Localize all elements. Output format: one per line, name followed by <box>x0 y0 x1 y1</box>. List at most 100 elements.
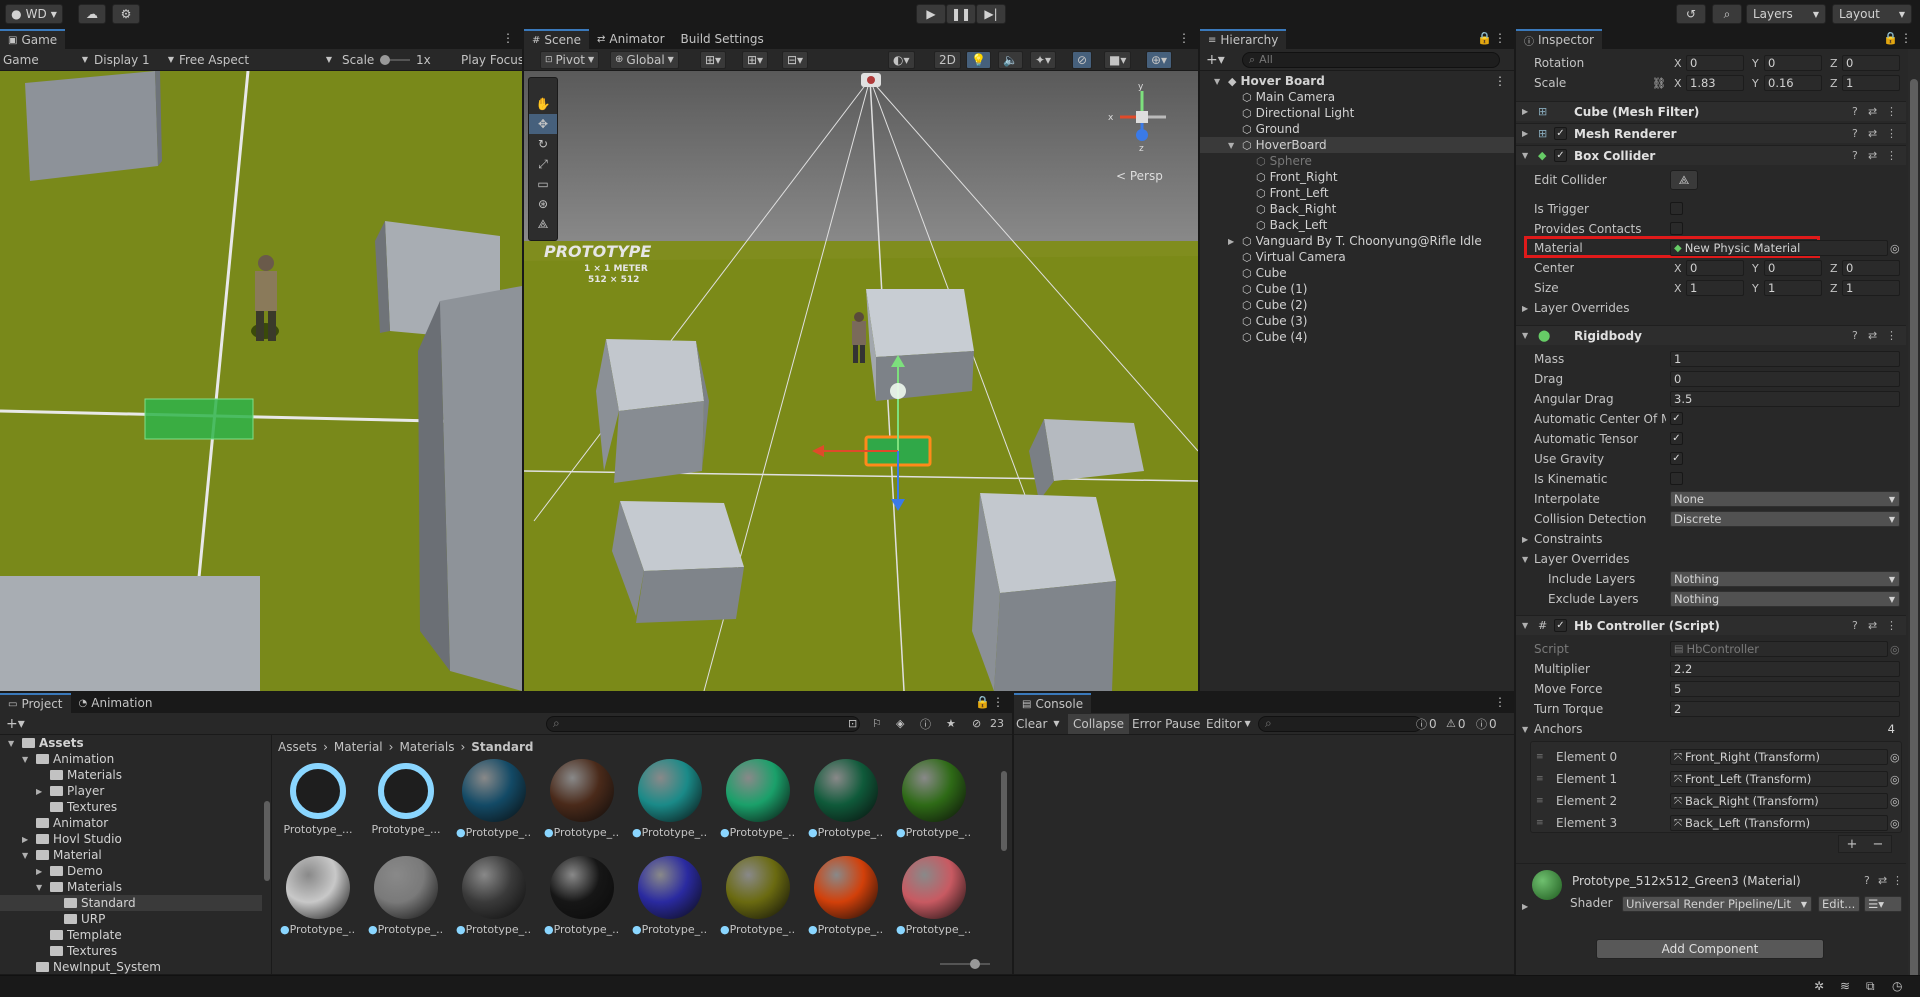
collapse-icon[interactable]: ▼ <box>22 851 32 860</box>
display-dropdown[interactable]: Display 1 ▼ <box>94 53 174 67</box>
anchor-transform-field[interactable]: ⤧ Back_Right (Transform) <box>1670 793 1888 809</box>
preset-icon[interactable]: ⇄ <box>1868 127 1877 140</box>
constraints-row[interactable]: ▶ Constraints <box>1516 529 1906 549</box>
more-icon[interactable]: ⋮ <box>1892 874 1903 887</box>
console-search-input[interactable]: ⌕ <box>1258 715 1422 732</box>
auto-tensor-checkbox[interactable]: ✓ <box>1670 432 1683 445</box>
is-kinematic-checkbox[interactable] <box>1670 472 1683 485</box>
preset-icon[interactable]: ⇄ <box>1868 619 1877 632</box>
tab-console[interactable]: ▤ Console <box>1014 693 1092 713</box>
hierarchy-item[interactable]: ⬡ Directional Light <box>1200 105 1514 121</box>
scale-tool-icon[interactable]: ⤢ <box>529 154 557 174</box>
rotation-y-field[interactable]: 0 <box>1764 55 1822 71</box>
hierarchy-item[interactable]: ⬡ Back_Left <box>1200 217 1514 233</box>
expand-icon[interactable]: ▶ <box>36 787 46 796</box>
game-mode-dropdown[interactable]: Game ▼ <box>3 53 88 67</box>
material-asset[interactable]: ●Prototype_... <box>542 759 622 839</box>
hierarchy-item[interactable]: ⬡ Back_Right <box>1200 201 1514 217</box>
help-icon[interactable]: ? <box>1852 329 1858 342</box>
orientation-gizmo[interactable]: y x z <box>1102 79 1182 155</box>
filter-label-icon[interactable]: ⚐ <box>872 717 882 730</box>
hb-controller-header[interactable]: ▼ # ✓ Hb Controller (Script) ? ⇄ ⋮ <box>1516 615 1906 635</box>
search-button[interactable]: ⌕ <box>1712 4 1742 24</box>
tab-inspector[interactable]: ⓘ Inspector <box>1516 29 1602 49</box>
box-collider-enabled-checkbox[interactable]: ✓ <box>1554 149 1567 162</box>
shader-edit-button[interactable]: Edit... <box>1818 896 1860 912</box>
slider-thumb[interactable] <box>970 959 980 969</box>
material-asset[interactable]: ●Prototype_... <box>718 856 798 936</box>
more-icon[interactable]: ⋮ <box>992 695 1004 709</box>
more-icon[interactable]: ⋮ <box>1886 329 1897 342</box>
anchor-transform-field[interactable]: ⤧ Front_Left (Transform) <box>1670 771 1888 787</box>
rotate-tool-icon[interactable]: ↻ <box>529 134 557 154</box>
custom-tool-icon[interactable]: ⟁ <box>529 214 557 234</box>
mass-field[interactable]: 1 <box>1670 351 1900 367</box>
material-asset[interactable]: ●Prototype_... <box>454 856 534 936</box>
folder-tree-item[interactable]: Textures <box>0 799 262 815</box>
collapse-icon[interactable]: ▼ <box>36 883 46 892</box>
more-icon[interactable]: ⋮ <box>1178 31 1190 45</box>
breadcrumb-item[interactable]: Standard <box>471 740 533 754</box>
scrollbar-thumb[interactable] <box>1910 79 1918 979</box>
drag-handle-icon[interactable]: ≡ <box>1536 796 1544 806</box>
hierarchy-item[interactable]: ⬡ Sphere <box>1200 153 1514 169</box>
pause-button[interactable]: ❚❚ <box>946 4 976 24</box>
material-asset[interactable]: ●Prototype_... <box>278 856 358 936</box>
step-button[interactable]: ▶| <box>976 4 1006 24</box>
folder-tree-item[interactable]: ▼ Assets <box>0 735 262 751</box>
hierarchy-item[interactable]: ⬡ Front_Right <box>1200 169 1514 185</box>
scrollbar-thumb[interactable] <box>264 801 270 881</box>
box-collider-header[interactable]: ▼ ◆ ✓ Box Collider ? ⇄ ⋮ <box>1516 145 1906 165</box>
material-field[interactable]: ◆ New Physic Material <box>1670 240 1888 256</box>
material-asset[interactable]: ●Prototype_... <box>894 856 974 936</box>
add-icon[interactable]: +▾ <box>1206 52 1225 68</box>
account-button[interactable]: ● WD ▼ <box>5 4 63 24</box>
favorite-icon[interactable]: ★ <box>946 717 956 730</box>
scale-x-field[interactable]: 1.83 <box>1686 75 1744 91</box>
more-icon[interactable]: ⋮ <box>1900 31 1912 45</box>
lock-icon[interactable]: 🔒 <box>975 695 990 709</box>
scale-slider-thumb[interactable] <box>380 55 390 65</box>
collapse-icon[interactable]: ▼ <box>1522 151 1532 160</box>
rect-tool-icon[interactable]: ▭ <box>529 174 557 194</box>
auto-center-checkbox[interactable]: ✓ <box>1670 412 1683 425</box>
hierarchy-item[interactable]: ⬡ Virtual Camera <box>1200 249 1514 265</box>
hierarchy-item[interactable]: ⬡ Front_Left <box>1200 185 1514 201</box>
angular-drag-field[interactable]: 3.5 <box>1670 391 1900 407</box>
layers-dropdown[interactable]: Layers ▼ <box>1746 4 1826 24</box>
play-focus-dropdown[interactable]: Play Focus <box>461 53 522 67</box>
tab-hierarchy[interactable]: ≡ Hierarchy <box>1200 29 1287 49</box>
center-y-field[interactable]: 0 <box>1764 260 1822 276</box>
folder-tree-item[interactable]: ▶ Demo <box>0 863 262 879</box>
play-button[interactable]: ▶ <box>916 4 946 24</box>
folder-tree-item[interactable]: ▶ Hovl Studio <box>0 831 262 847</box>
global-dropdown[interactable]: ⊕ Global ▼ <box>610 50 679 69</box>
object-picker-icon[interactable]: ◎ <box>1890 817 1900 830</box>
size-y-field[interactable]: 1 <box>1764 280 1822 296</box>
use-gravity-checkbox[interactable]: ✓ <box>1670 452 1683 465</box>
remove-icon[interactable]: − <box>1873 837 1884 852</box>
move-force-field[interactable]: 5 <box>1670 681 1900 697</box>
cloud-button[interactable]: ☁ <box>78 4 106 24</box>
include-layers-dropdown[interactable]: Nothing ▼ <box>1670 571 1900 587</box>
preset-icon[interactable]: ⇄ <box>1868 105 1877 118</box>
layer-overrides-rb-row[interactable]: ▼ Layer Overrides <box>1516 549 1906 569</box>
object-picker-icon[interactable]: ◎ <box>1890 795 1900 808</box>
link-icon[interactable]: ⛓ <box>1652 77 1666 90</box>
hand-tool-icon[interactable]: ✋ <box>529 94 557 114</box>
collapse-icon[interactable]: ▼ <box>1522 331 1532 340</box>
hierarchy-item[interactable]: ⬡ Cube (2) <box>1200 297 1514 313</box>
multiplier-field[interactable]: 2.2 <box>1670 661 1900 677</box>
material-asset[interactable]: ●Prototype_... <box>718 759 798 839</box>
help-icon[interactable]: ? <box>1852 127 1858 140</box>
more-icon[interactable]: ⋮ <box>502 31 514 45</box>
collapse-icon[interactable]: ▼ <box>1214 77 1224 86</box>
expand-icon[interactable]: ▶ <box>22 835 32 844</box>
mesh-renderer-header[interactable]: ▶ ⊞ ✓ Mesh Renderer ? ⇄ ⋮ <box>1516 123 1906 143</box>
expand-icon[interactable]: ▶ <box>1522 129 1532 138</box>
is-trigger-checkbox[interactable] <box>1670 202 1683 215</box>
collapse-icon[interactable]: ▼ <box>1228 141 1238 150</box>
increment-snap-button[interactable]: ⊟▾ <box>782 50 809 69</box>
drag-field[interactable]: 0 <box>1670 371 1900 387</box>
log-count-toggle[interactable]: ⓘ 0 <box>1416 716 1437 732</box>
